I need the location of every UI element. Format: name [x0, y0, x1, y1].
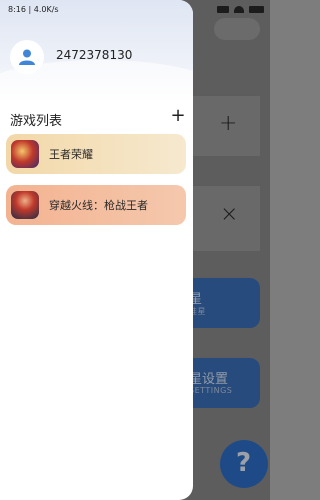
game-name: 王者荣耀 [49, 148, 93, 161]
add-game-button[interactable]: + [169, 105, 187, 127]
game-card-crossfire[interactable]: 穿越火线：枪战王者 [6, 185, 186, 225]
crossfire-icon [11, 191, 39, 219]
user-id-label: 2472378130 [56, 48, 133, 62]
game-name: 穿越火线：枪战王者 [49, 199, 148, 212]
game-list-title: 游戏列表 [10, 114, 63, 129]
user-icon [19, 49, 35, 65]
navigation-drawer: 8:16 | 4.0K/s 2472378130 游戏列表 + 王者荣耀 穿越火… [0, 0, 193, 500]
game-card-honor-of-kings[interactable]: 王者荣耀 [6, 134, 186, 174]
honor-of-kings-icon [11, 140, 39, 168]
status-bar-text: 8:16 | 4.0K/s [8, 5, 59, 14]
drawer-header: 8:16 | 4.0K/s 2472378130 [0, 0, 193, 120]
user-avatar[interactable] [10, 40, 44, 74]
